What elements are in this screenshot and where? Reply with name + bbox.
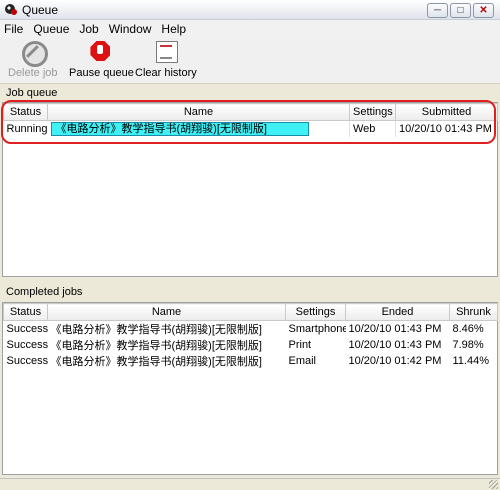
pause-queue-button[interactable]: Pause queue bbox=[69, 40, 134, 79]
minimize-button[interactable]: ─ bbox=[427, 3, 448, 18]
window-controls: ─ □ ✕ bbox=[427, 3, 494, 18]
row-settings: Print bbox=[288, 339, 312, 351]
job-name-cell: 《电路分析》教学指导书(胡翔骏)[无限制版] bbox=[48, 121, 350, 137]
row-ended: 10/20/10 01:43 PM bbox=[348, 323, 442, 335]
app-icon bbox=[4, 3, 18, 17]
pause-queue-label: Pause queue bbox=[69, 67, 134, 79]
column-submitted[interactable]: Submitted bbox=[395, 103, 498, 121]
row-settings: Smartphone bbox=[288, 323, 346, 335]
row-settings: Email bbox=[288, 355, 317, 367]
table-row[interactable]: Success 《电路分析》教学指导书(胡翔骏)[无限制版] Print 10/… bbox=[4, 337, 498, 353]
menu-bar: File Queue Job Window Help bbox=[0, 20, 500, 38]
column-name[interactable]: Name bbox=[47, 303, 286, 321]
row-ended: 10/20/10 01:42 PM bbox=[348, 355, 442, 367]
job-status: Running bbox=[6, 122, 48, 135]
maximize-button[interactable]: □ bbox=[450, 3, 471, 18]
row-name: 《电路分析》教学指导书(胡翔骏)[无限制版] bbox=[50, 324, 262, 336]
close-button[interactable]: ✕ bbox=[473, 3, 494, 18]
column-status[interactable]: Status bbox=[3, 303, 48, 321]
row-ended: 10/20/10 01:43 PM bbox=[348, 339, 442, 351]
column-name[interactable]: Name bbox=[47, 103, 350, 121]
toolbar: Delete job Pause queue Clear history bbox=[0, 38, 500, 84]
row-status: Success bbox=[6, 339, 48, 351]
menu-job[interactable]: Job bbox=[79, 22, 98, 36]
resize-grip-icon[interactable] bbox=[489, 480, 498, 489]
column-settings[interactable]: Settings bbox=[349, 103, 396, 121]
menu-queue[interactable]: Queue bbox=[33, 22, 69, 36]
row-shrunk: 7.98% bbox=[452, 339, 484, 351]
table-row[interactable]: Success 《电路分析》教学指导书(胡翔骏)[无限制版] Email 10/… bbox=[4, 353, 498, 369]
delete-job-label: Delete job bbox=[8, 67, 58, 79]
delete-icon bbox=[20, 40, 48, 67]
job-name: 《电路分析》教学指导书(胡翔骏)[无限制版] bbox=[50, 121, 309, 136]
table-row[interactable]: Success 《电路分析》教学指导书(胡翔骏)[无限制版] Smartphon… bbox=[4, 321, 498, 338]
clear-history-label: Clear history bbox=[135, 67, 197, 79]
job-queue-label: Job queue bbox=[6, 87, 58, 99]
table-row[interactable]: Running 《电路分析》教学指导书(胡翔骏)[无限制版] Web 10/20… bbox=[4, 120, 498, 137]
menu-help[interactable]: Help bbox=[161, 22, 186, 36]
delete-job-button[interactable]: Delete job bbox=[8, 40, 58, 79]
menu-window[interactable]: Window bbox=[109, 22, 152, 36]
column-settings[interactable]: Settings bbox=[285, 303, 346, 321]
row-shrunk: 11.44% bbox=[452, 355, 490, 367]
job-settings: Web bbox=[349, 120, 396, 137]
row-name: 《电路分析》教学指导书(胡翔骏)[无限制版] bbox=[50, 340, 262, 352]
job-submitted: 10/20/10 01:43 PM bbox=[395, 120, 498, 137]
clear-history-button[interactable]: Clear history bbox=[135, 40, 197, 79]
pause-stop-icon bbox=[88, 40, 114, 64]
status-bar bbox=[0, 478, 500, 490]
completed-jobs-table[interactable]: Status Name Settings Ended Shrunk Succes… bbox=[2, 302, 498, 475]
title-bar: Queue ─ □ ✕ bbox=[0, 0, 500, 20]
window-title: Queue bbox=[22, 2, 59, 17]
menu-file[interactable]: File bbox=[4, 22, 23, 36]
row-shrunk: 8.46% bbox=[452, 323, 484, 335]
row-status: Success bbox=[6, 323, 48, 335]
row-name: 《电路分析》教学指导书(胡翔骏)[无限制版] bbox=[50, 356, 262, 368]
column-status[interactable]: Status bbox=[3, 103, 48, 121]
completed-jobs-label: Completed jobs bbox=[6, 286, 83, 298]
column-shrunk[interactable]: Shrunk bbox=[449, 303, 498, 321]
job-queue-table[interactable]: Status Name Settings Submitted Running 《… bbox=[2, 102, 498, 277]
column-ended[interactable]: Ended bbox=[345, 303, 450, 321]
row-status: Success bbox=[6, 355, 48, 367]
clear-history-icon bbox=[153, 40, 179, 64]
